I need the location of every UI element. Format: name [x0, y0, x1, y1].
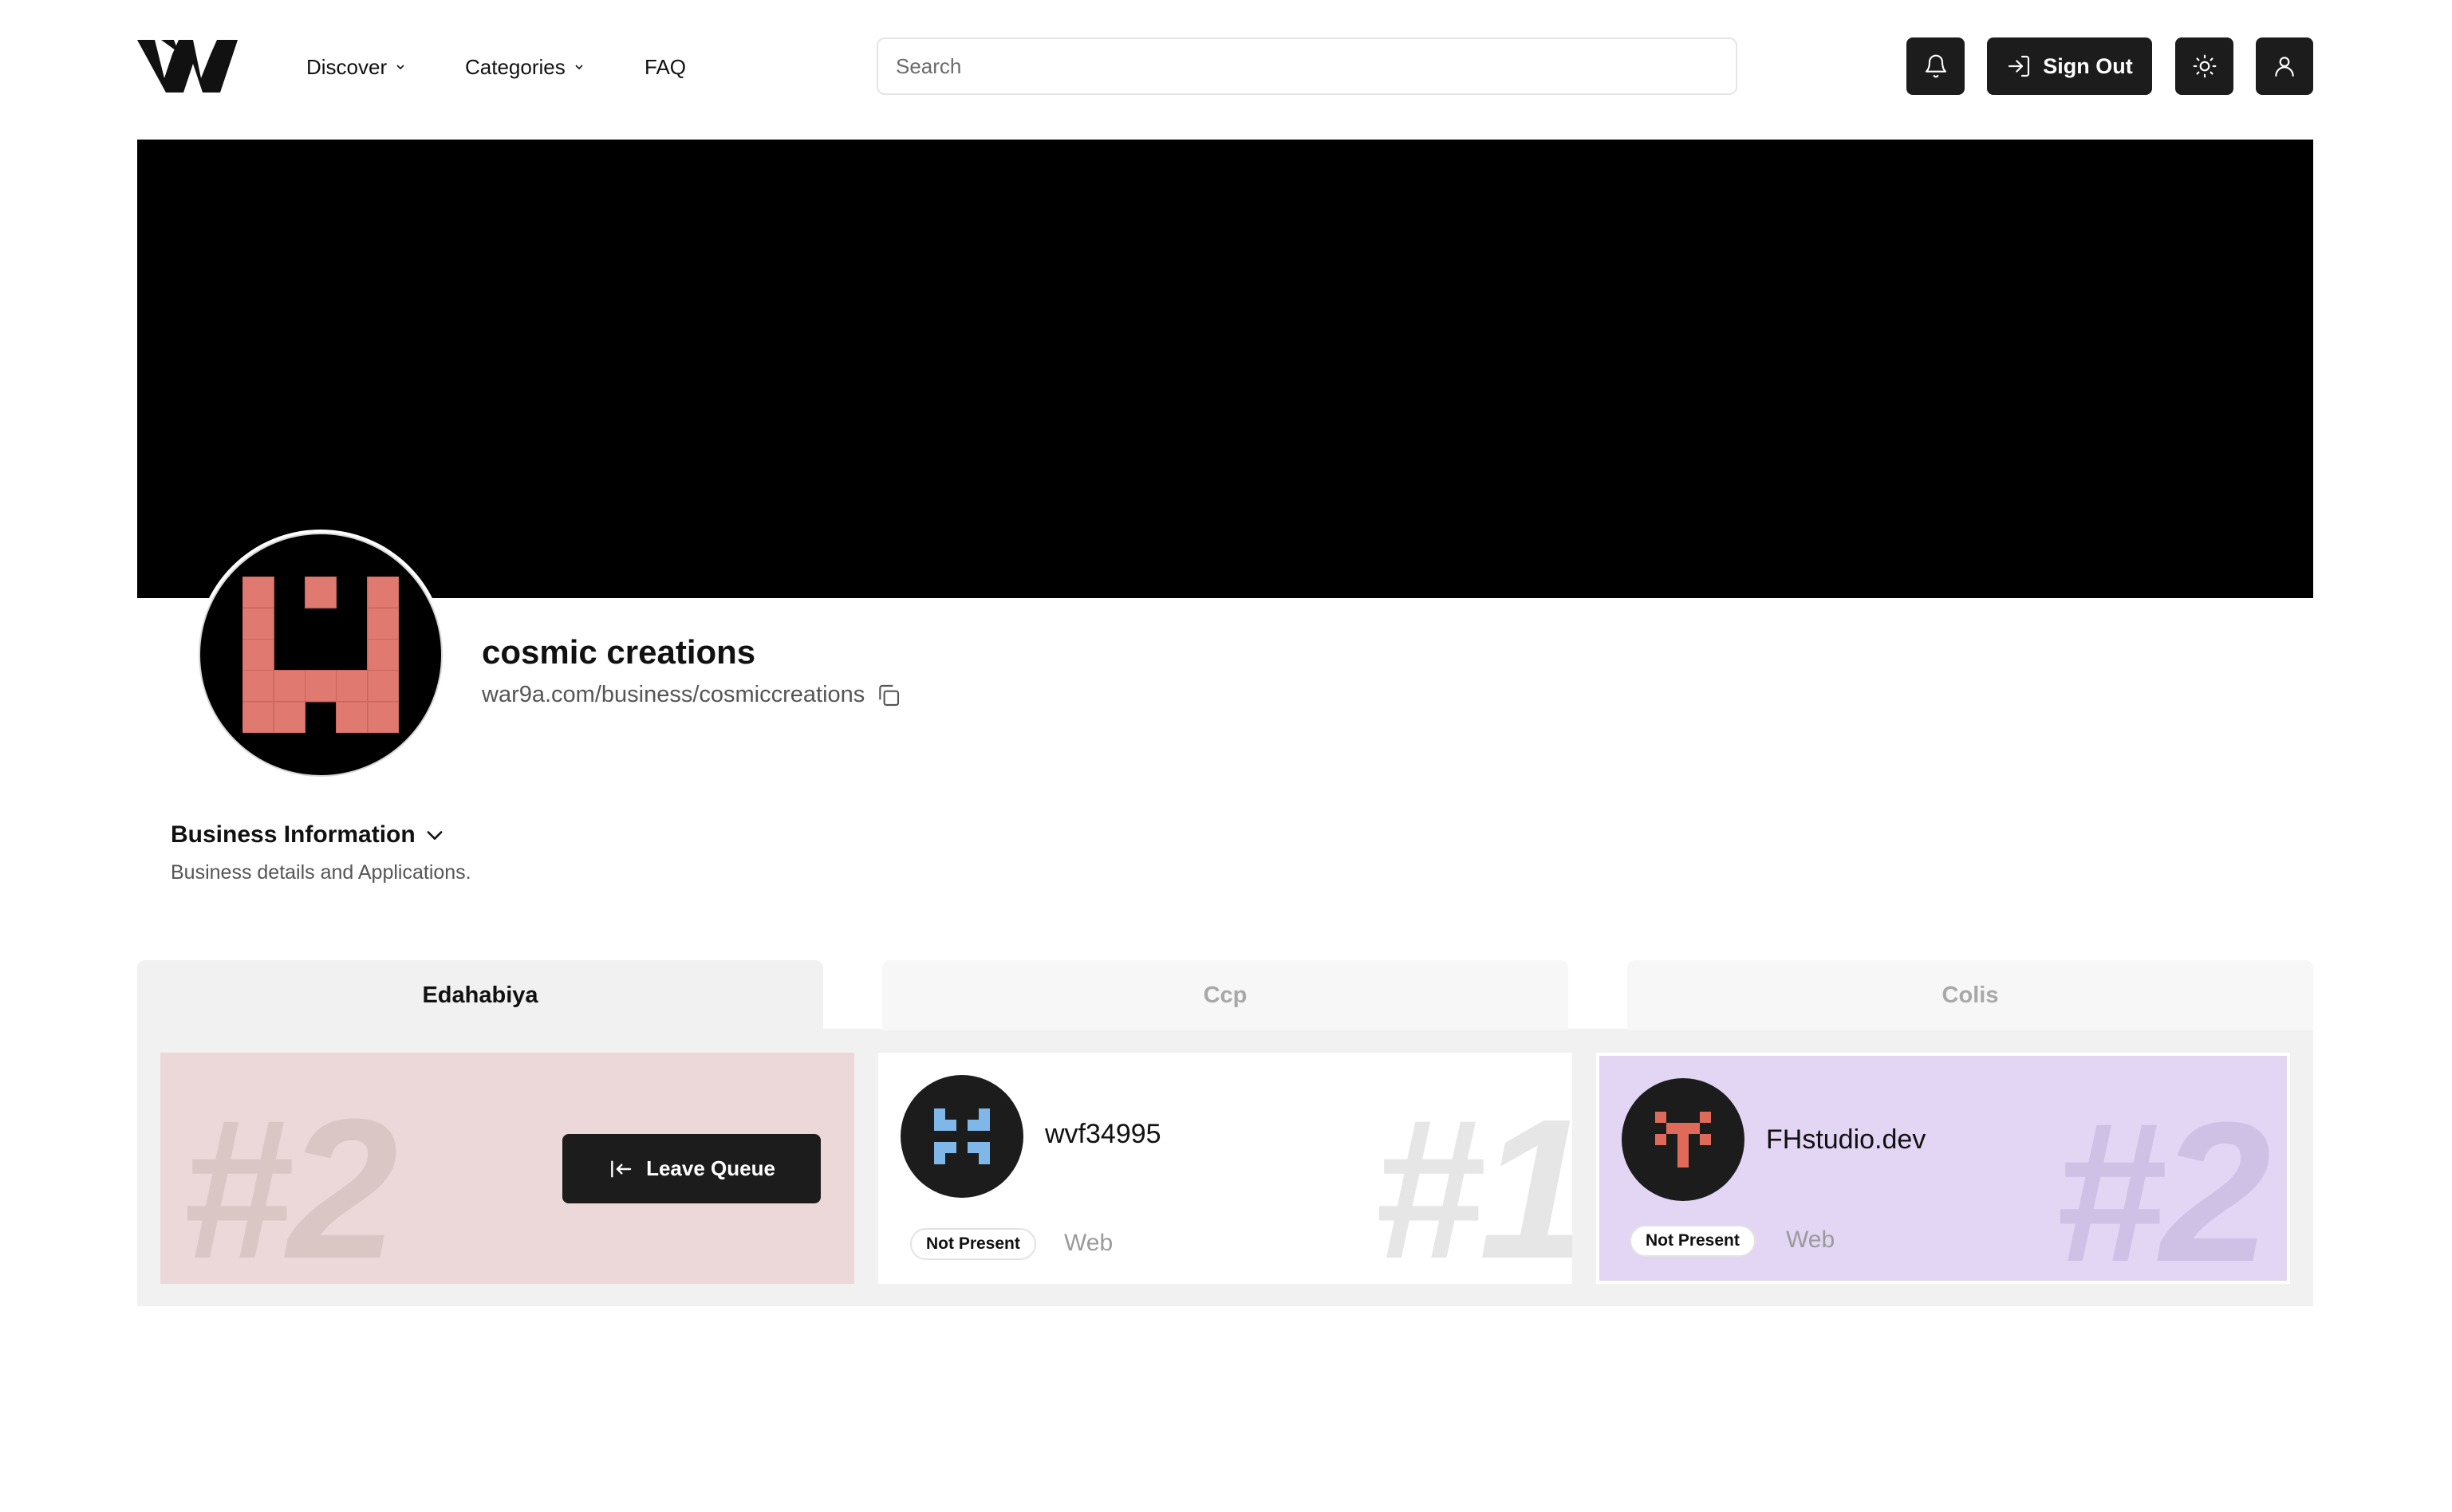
bell-icon	[1925, 54, 1946, 78]
nav-discover-label: Discover	[306, 54, 388, 79]
sun-icon	[2193, 54, 2216, 78]
queue-entry-card[interactable]: #2 FHstudio.dev Not Present Web	[1596, 1053, 2290, 1284]
chevron-down-icon	[396, 65, 404, 70]
tab-ccp[interactable]: Ccp	[882, 960, 1568, 1030]
queue-entry-type: Web	[1786, 1227, 1835, 1253]
avatar	[901, 1075, 1023, 1198]
business-info-title: Business Information	[171, 821, 416, 848]
tab-label: Colis	[1941, 982, 1999, 1008]
status-badge: Not Present	[910, 1228, 1036, 1260]
own-queue-position: #2	[181, 1077, 398, 1285]
queue-entry-card[interactable]: #1 wvf34995 Not Present Web	[878, 1053, 1572, 1284]
nav-faq[interactable]: FAQ	[645, 53, 686, 81]
tab-label: Ccp	[1203, 982, 1248, 1008]
w-logo-icon[interactable]	[137, 37, 238, 96]
queue-rank: #2	[2054, 1081, 2271, 1284]
cover-banner	[137, 140, 2313, 598]
status-badge: Not Present	[1630, 1225, 1756, 1257]
sign-out-button[interactable]: Sign Out	[1987, 37, 2152, 95]
avatar	[1622, 1078, 1744, 1201]
business-avatar	[195, 530, 446, 780]
queue-entry-type: Web	[1064, 1230, 1114, 1256]
tab-label: Edahabiya	[422, 982, 538, 1008]
page: Discover Categories FAQ Sign Out	[0, 0, 2452, 1512]
leave-queue-label: Leave Queue	[646, 1156, 775, 1180]
chevron-down-icon	[575, 65, 583, 70]
pixel-avatar-icon	[242, 577, 399, 733]
tab-edahabiya[interactable]: Edahabiya	[137, 960, 823, 1030]
notifications-button[interactable]	[1906, 37, 1965, 95]
pixel-avatar-icon	[1655, 1112, 1711, 1167]
business-url-text: war9a.com/business/cosmiccreations	[482, 682, 865, 707]
business-name: cosmic creations	[482, 633, 756, 671]
nav-categories[interactable]: Categories	[465, 53, 585, 81]
nav-faq-label: FAQ	[645, 54, 687, 79]
theme-toggle-button[interactable]	[2175, 37, 2233, 95]
sign-out-label: Sign Out	[2043, 53, 2133, 78]
pixel-avatar-icon	[934, 1108, 990, 1164]
search-input[interactable]	[877, 37, 1737, 95]
nav-categories-label: Categories	[465, 54, 566, 79]
queue-rank: #1	[1373, 1077, 1572, 1285]
leave-queue-button[interactable]: Leave Queue	[562, 1134, 821, 1203]
business-url: war9a.com/business/cosmiccreations	[482, 682, 901, 708]
business-info-description: Business details and Applications.	[171, 861, 471, 884]
sign-in-arrow-icon	[2009, 55, 2030, 77]
queue-entry-name: FHstudio.dev	[1766, 1124, 1926, 1155]
chevron-down-icon	[427, 831, 443, 840]
own-queue-card: #2 Leave Queue	[160, 1053, 854, 1284]
business-info-toggle[interactable]: Business Information	[171, 821, 446, 849]
nav-discover[interactable]: Discover	[306, 53, 406, 81]
profile-button[interactable]	[2256, 37, 2313, 95]
copy-icon[interactable]	[876, 683, 901, 708]
queue-entry-name: wvf34995	[1045, 1119, 1161, 1149]
arrow-left-to-line-icon	[611, 1160, 632, 1178]
user-icon	[2275, 57, 2294, 77]
tab-colis[interactable]: Colis	[1627, 960, 2313, 1030]
